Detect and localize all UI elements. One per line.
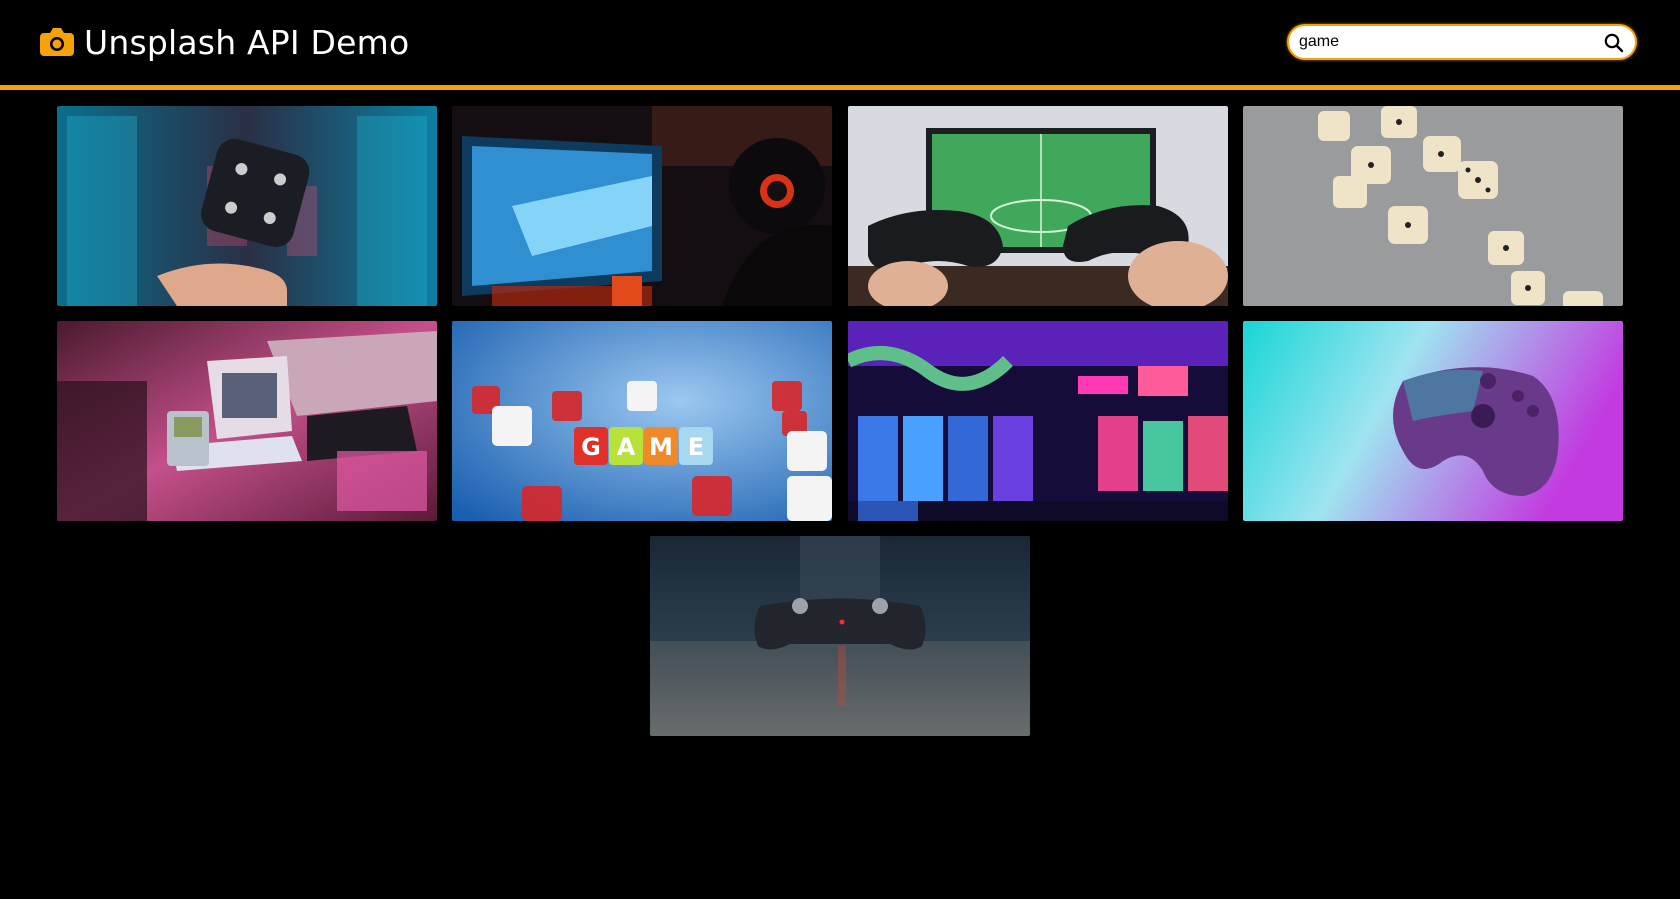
- svg-text:A: A: [617, 433, 636, 461]
- dice-image: [57, 106, 437, 306]
- photo-controller-dark[interactable]: [650, 536, 1030, 736]
- controllers-image: [848, 106, 1228, 306]
- svg-text:E: E: [688, 433, 704, 461]
- photo-retro-computers[interactable]: [57, 321, 437, 521]
- arcade-image: [848, 321, 1228, 521]
- search-icon[interactable]: [1603, 32, 1625, 54]
- photo-controller-neon[interactable]: [1243, 321, 1623, 521]
- search-box: [1287, 24, 1637, 60]
- retro-image: [57, 321, 437, 521]
- neon-controller-image: [1243, 321, 1623, 521]
- photo-controllers-tv[interactable]: [848, 106, 1228, 306]
- photo-arcade[interactable]: [848, 321, 1228, 521]
- photo-game-letters[interactable]: GAME: [452, 321, 832, 521]
- brand: Unsplash API Demo: [40, 18, 409, 66]
- camera-icon: [40, 28, 74, 56]
- search-input[interactable]: [1299, 26, 1594, 58]
- photo-gamer-monitor[interactable]: [452, 106, 832, 306]
- photo-dice-hand[interactable]: [57, 106, 437, 306]
- gamer-image: [452, 106, 832, 306]
- falling-dice-image: [1243, 106, 1623, 306]
- letter-dice-image: GAME: [452, 321, 832, 521]
- app-header: Unsplash API Demo: [0, 0, 1680, 90]
- svg-text:G: G: [581, 433, 601, 461]
- photo-falling-dice[interactable]: [1243, 106, 1623, 306]
- app-title: Unsplash API Demo: [84, 22, 410, 62]
- svg-text:M: M: [649, 433, 673, 461]
- dark-controller-image: [650, 536, 1030, 736]
